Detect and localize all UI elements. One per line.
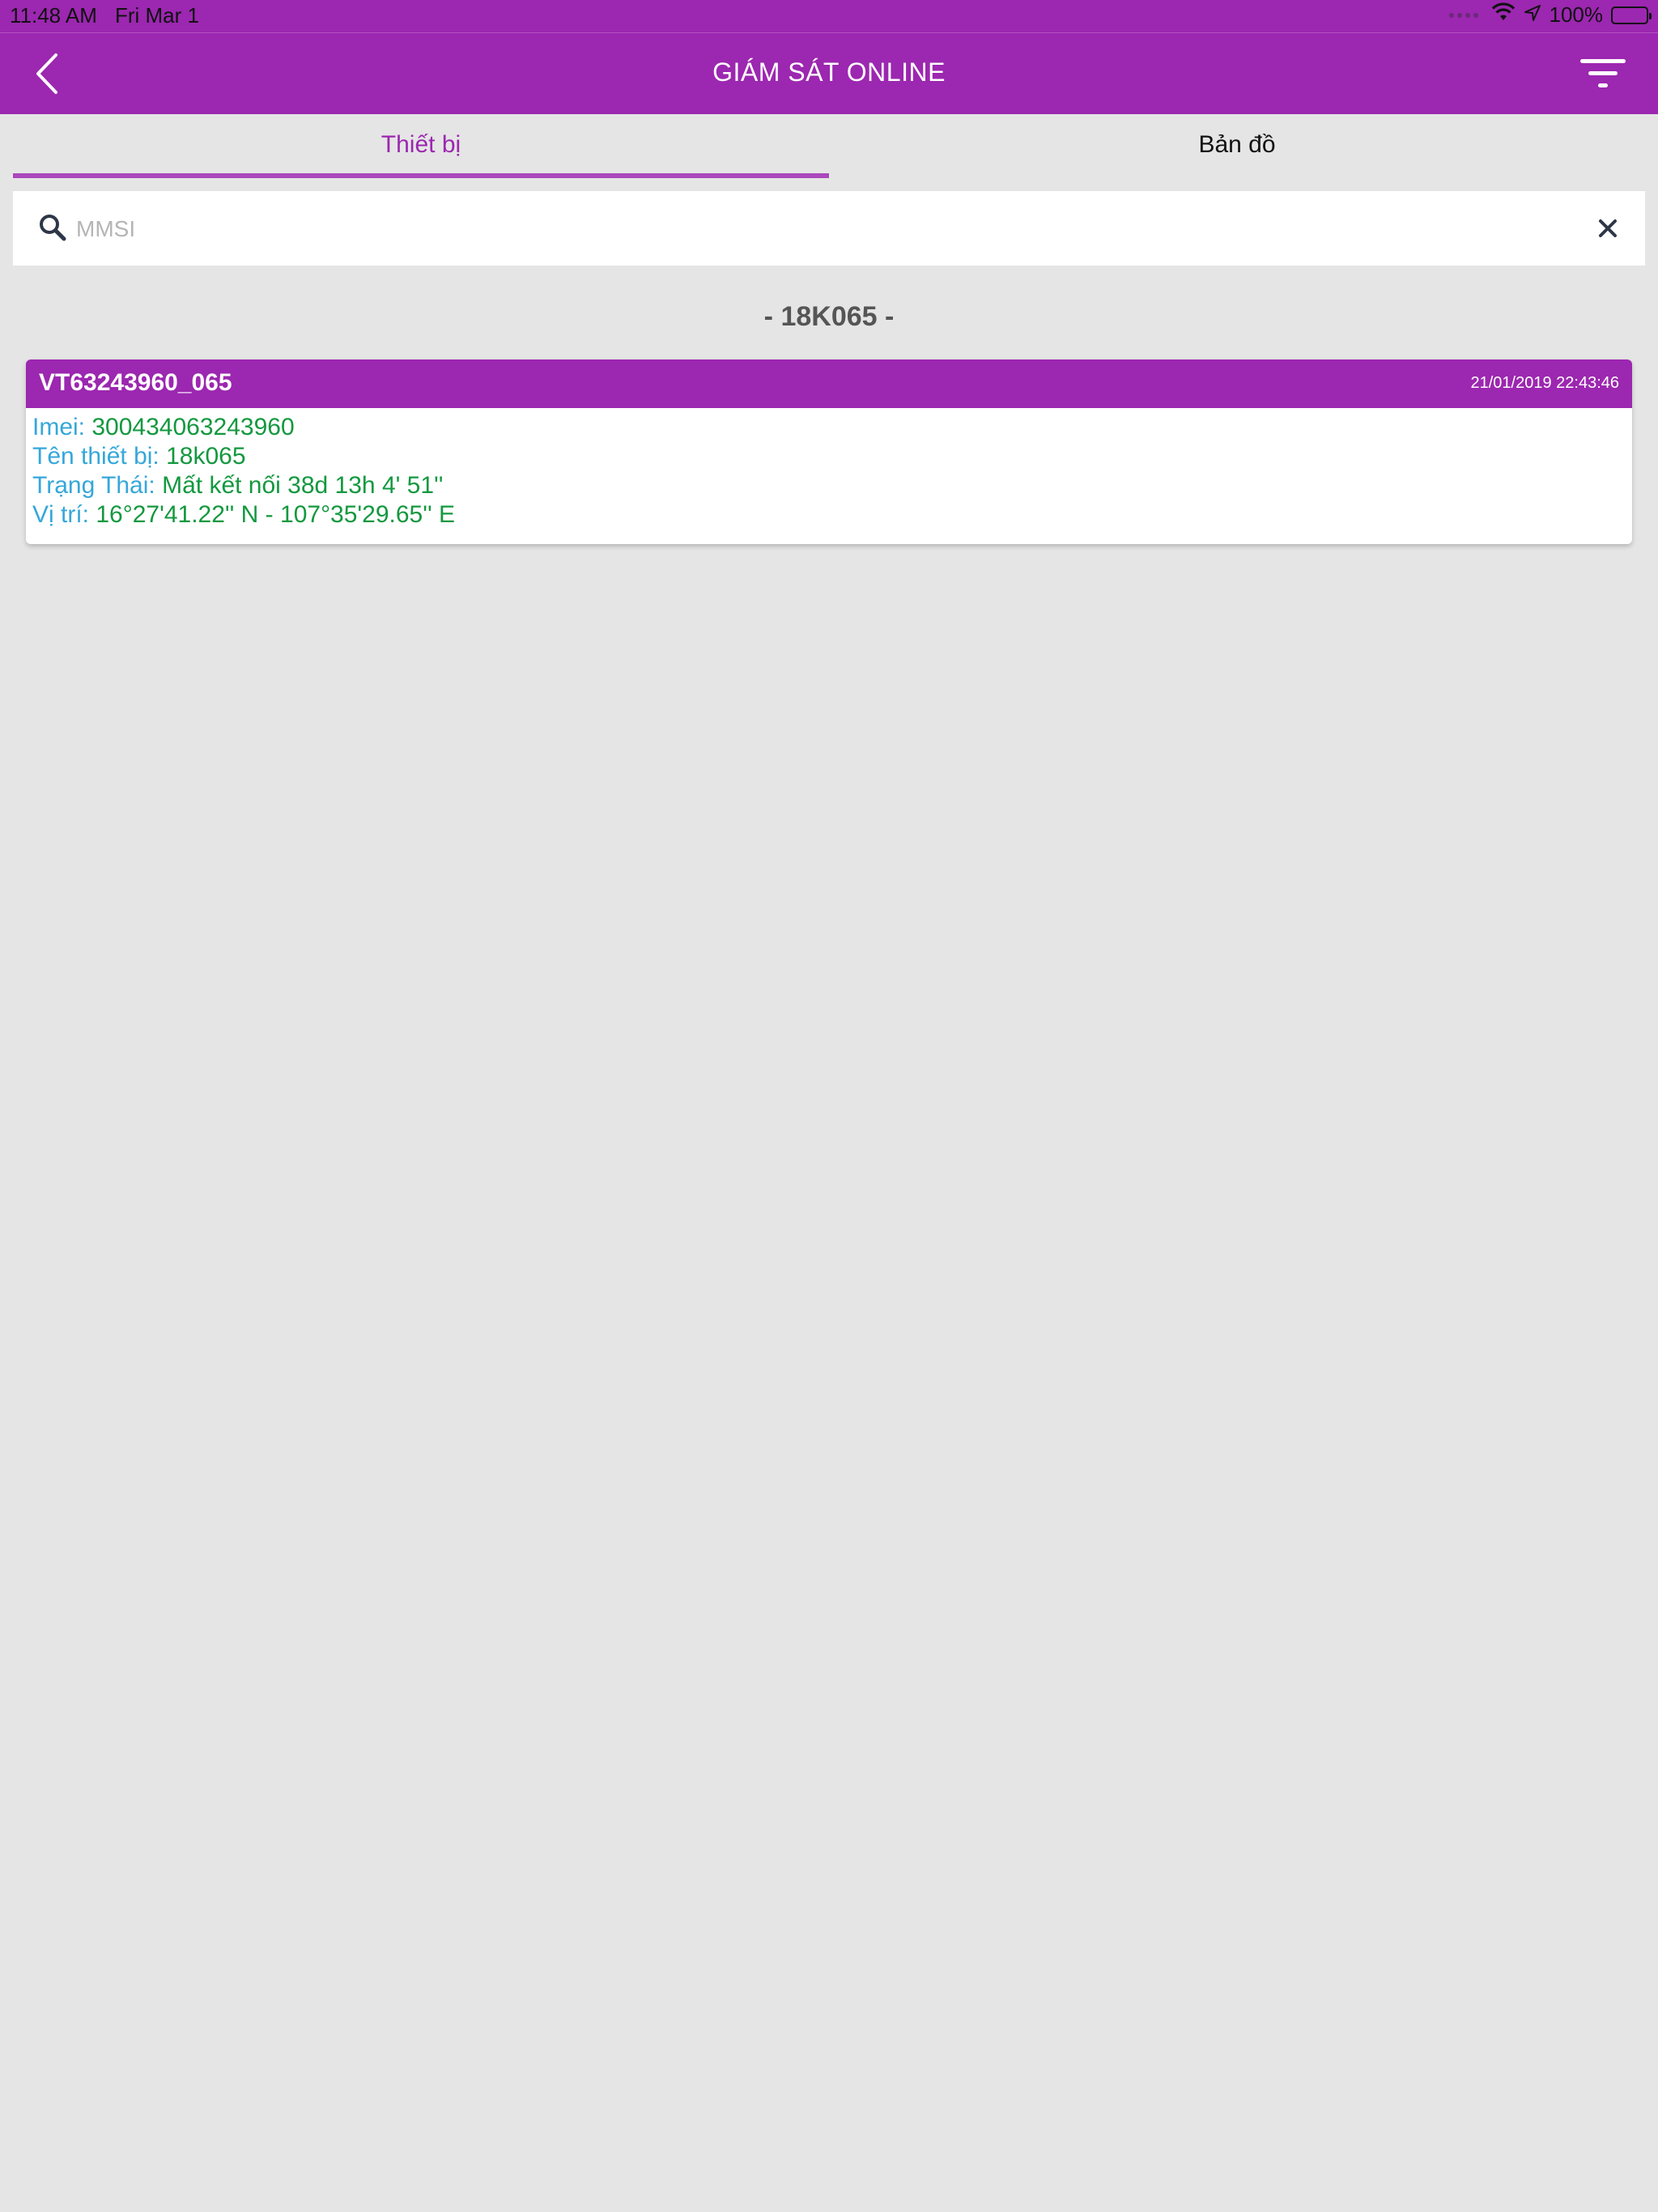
device-name-label: Tên thiết bị: <box>32 443 159 470</box>
status-bar: 11:48 AM Fri Mar 1 100% <box>0 0 1658 32</box>
device-name-row: Tên thiết bị: 18k065 <box>32 442 1626 471</box>
filter-icon <box>1580 59 1626 87</box>
device-name: VT63243960_065 <box>39 369 232 396</box>
status-date: Fri Mar 1 <box>114 3 199 28</box>
imei-row: Imei: 300434063243960 <box>32 413 1626 442</box>
status-label: Trạng Thái: <box>32 472 155 499</box>
search-input[interactable] <box>74 206 1567 253</box>
device-card-header: VT63243960_065 21/01/2019 22:43:46 <box>26 359 1632 408</box>
app-header: GIÁM SÁT ONLINE <box>0 32 1658 114</box>
group-title: - 18K065 - <box>763 301 895 332</box>
position-label: Vị trí: <box>32 501 90 528</box>
search-bar <box>13 191 1645 266</box>
status-time: 11:48 AM <box>10 3 97 28</box>
battery-icon <box>1611 6 1652 24</box>
clear-search-button[interactable] <box>1590 211 1626 246</box>
close-icon <box>1599 219 1617 237</box>
status-value: Mất kết nối 38d 13h 4' 51'' <box>162 472 444 499</box>
tab-devices[interactable]: Thiết bị <box>13 113 829 178</box>
device-card-body: Imei: 300434063243960 Tên thiết bị: 18k0… <box>26 408 1632 534</box>
position-row: Vị trí: 16°27'41.22'' N - 107°35'29.65''… <box>32 500 1626 530</box>
status-row: Trạng Thái: Mất kết nối 38d 13h 4' 51'' <box>32 471 1626 500</box>
signal-icon <box>1448 12 1478 18</box>
tab-map[interactable]: Bản đồ <box>829 113 1645 178</box>
device-card[interactable]: VT63243960_065 21/01/2019 22:43:46 Imei:… <box>26 359 1632 544</box>
page-title: GIÁM SÁT ONLINE <box>712 57 946 87</box>
imei-value: 300434063243960 <box>91 414 295 440</box>
device-timestamp: 21/01/2019 22:43:46 <box>1470 374 1619 392</box>
imei-label: Imei: <box>32 414 86 440</box>
search-icon <box>36 211 71 246</box>
position-value: 16°27'41.22'' N - 107°35'29.65'' E <box>96 501 456 528</box>
device-name-value: 18k065 <box>166 443 246 470</box>
tab-bar: Thiết bị Bản đồ <box>13 113 1645 178</box>
location-arrow-icon <box>1524 2 1541 28</box>
filter-button[interactable] <box>1571 51 1635 96</box>
battery-percent: 100% <box>1549 2 1604 27</box>
wifi-icon <box>1491 2 1516 28</box>
